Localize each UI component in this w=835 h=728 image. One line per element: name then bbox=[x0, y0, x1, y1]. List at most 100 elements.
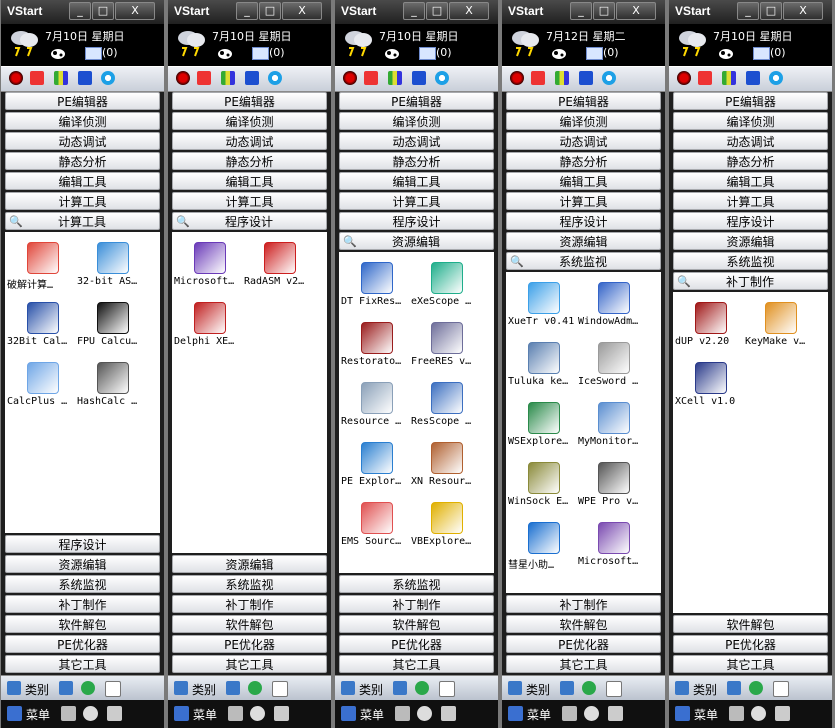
add-window-icon[interactable] bbox=[226, 681, 240, 695]
flag-icon[interactable] bbox=[197, 71, 211, 85]
plugin-icon[interactable] bbox=[83, 706, 98, 721]
flag-icon[interactable] bbox=[531, 71, 545, 85]
category-button[interactable]: PE编辑器 bbox=[172, 92, 327, 110]
ie-icon[interactable] bbox=[435, 71, 449, 85]
start-menu-icon[interactable] bbox=[508, 706, 523, 721]
category-button[interactable]: 编译侦测 bbox=[673, 112, 828, 130]
menu-label[interactable]: 菜单 bbox=[193, 706, 217, 723]
category-button[interactable]: 静态分析 bbox=[5, 152, 160, 170]
program-item[interactable]: WSExplore… bbox=[508, 398, 578, 456]
category-button[interactable]: 动态调试 bbox=[506, 132, 661, 150]
program-item[interactable]: MyMonitor… bbox=[578, 398, 648, 456]
category-button[interactable]: 编辑工具 bbox=[339, 172, 494, 190]
category-icon[interactable] bbox=[174, 681, 188, 695]
program-item[interactable]: XN Resour… bbox=[411, 438, 481, 496]
category-button[interactable]: 资源编辑 bbox=[673, 232, 828, 250]
maximize-button[interactable]: □ bbox=[593, 2, 615, 20]
plugin-icon[interactable] bbox=[751, 706, 766, 721]
program-item[interactable]: WinSock E… bbox=[508, 458, 578, 516]
close-button[interactable]: X bbox=[449, 2, 489, 20]
category-button[interactable]: 编译侦测 bbox=[172, 112, 327, 130]
wrench-icon[interactable] bbox=[395, 706, 410, 721]
active-category-button[interactable]: 补丁制作 bbox=[673, 272, 828, 291]
mail-icon[interactable] bbox=[419, 47, 436, 60]
cow-icon[interactable] bbox=[383, 46, 401, 60]
program-item[interactable]: PE Explor… bbox=[341, 438, 411, 496]
program-item[interactable]: Delphi XE… bbox=[174, 298, 244, 356]
category-button[interactable]: 资源编辑 bbox=[5, 555, 160, 573]
add-window-icon[interactable] bbox=[727, 681, 741, 695]
category-button[interactable]: 静态分析 bbox=[506, 152, 661, 170]
program-item[interactable]: DT FixRes… bbox=[341, 258, 411, 316]
category-button[interactable]: 软件解包 bbox=[172, 615, 327, 633]
new-item-icon[interactable] bbox=[773, 681, 789, 697]
category-button[interactable]: 静态分析 bbox=[172, 152, 327, 170]
start-menu-icon[interactable] bbox=[174, 706, 189, 721]
category-button[interactable]: 编辑工具 bbox=[506, 172, 661, 190]
new-item-icon[interactable] bbox=[105, 681, 121, 697]
active-category-button[interactable]: 系统监视 bbox=[506, 252, 661, 271]
category-button[interactable]: PE编辑器 bbox=[506, 92, 661, 110]
ie-icon[interactable] bbox=[769, 71, 783, 85]
minimize-button[interactable]: _ bbox=[69, 2, 91, 20]
category-button[interactable]: 其它工具 bbox=[673, 655, 828, 673]
category-button[interactable]: PE优化器 bbox=[172, 635, 327, 653]
category-button[interactable]: 计算工具 bbox=[339, 192, 494, 210]
active-category-button[interactable]: 计算工具 bbox=[5, 212, 160, 231]
category-button[interactable]: 其它工具 bbox=[506, 655, 661, 673]
category-button[interactable]: 计算工具 bbox=[172, 192, 327, 210]
category-button[interactable]: PE编辑器 bbox=[339, 92, 494, 110]
books-icon[interactable] bbox=[722, 71, 736, 85]
category-button[interactable]: 补丁制作 bbox=[5, 595, 160, 613]
record-icon[interactable] bbox=[677, 71, 691, 85]
category-button[interactable]: 软件解包 bbox=[339, 615, 494, 633]
mail-icon[interactable] bbox=[252, 47, 269, 60]
category-icon[interactable] bbox=[341, 681, 355, 695]
start-menu-icon[interactable] bbox=[341, 706, 356, 721]
record-icon[interactable] bbox=[9, 71, 23, 85]
category-label[interactable]: 类别 bbox=[526, 681, 550, 698]
program-item[interactable]: FreeRES v… bbox=[411, 318, 481, 376]
new-item-icon[interactable] bbox=[606, 681, 622, 697]
settings-icon[interactable] bbox=[441, 706, 456, 721]
cow-icon[interactable] bbox=[216, 46, 234, 60]
category-button[interactable]: 动态调试 bbox=[339, 132, 494, 150]
cow-icon[interactable] bbox=[717, 46, 735, 60]
mail-icon[interactable] bbox=[85, 47, 102, 60]
program-item[interactable]: WPE Pro v… bbox=[578, 458, 648, 516]
category-button[interactable]: PE编辑器 bbox=[5, 92, 160, 110]
category-button[interactable]: 编辑工具 bbox=[172, 172, 327, 190]
add-window-icon[interactable] bbox=[393, 681, 407, 695]
category-button[interactable]: 计算工具 bbox=[673, 192, 828, 210]
active-category-button[interactable]: 资源编辑 bbox=[339, 232, 494, 251]
category-button[interactable]: 其它工具 bbox=[172, 655, 327, 673]
program-item[interactable]: Microsoft… bbox=[174, 238, 244, 296]
program-item[interactable]: IceSword … bbox=[578, 338, 648, 396]
program-item[interactable]: HashCalc … bbox=[77, 358, 147, 416]
ie-icon[interactable] bbox=[101, 71, 115, 85]
category-button[interactable]: 系统监视 bbox=[673, 252, 828, 270]
category-button[interactable]: PE优化器 bbox=[506, 635, 661, 653]
close-button[interactable]: X bbox=[783, 2, 823, 20]
category-button[interactable]: 编译侦测 bbox=[506, 112, 661, 130]
category-button[interactable]: PE编辑器 bbox=[673, 92, 828, 110]
minimize-button[interactable]: _ bbox=[403, 2, 425, 20]
category-label[interactable]: 类别 bbox=[359, 681, 383, 698]
category-button[interactable]: 编辑工具 bbox=[673, 172, 828, 190]
cow-icon[interactable] bbox=[550, 46, 568, 60]
flag-icon[interactable] bbox=[698, 71, 712, 85]
menu-label[interactable]: 菜单 bbox=[527, 706, 551, 723]
category-button[interactable]: 资源编辑 bbox=[506, 232, 661, 250]
category-button[interactable]: 程序设计 bbox=[5, 535, 160, 553]
books-icon[interactable] bbox=[388, 71, 402, 85]
wrench-icon[interactable] bbox=[228, 706, 243, 721]
refresh-icon[interactable] bbox=[749, 681, 763, 695]
minimize-button[interactable]: _ bbox=[737, 2, 759, 20]
program-item[interactable]: WindowAdm… bbox=[578, 278, 648, 336]
category-button[interactable]: 静态分析 bbox=[339, 152, 494, 170]
category-button[interactable]: 软件解包 bbox=[5, 615, 160, 633]
monitor-icon[interactable] bbox=[412, 71, 426, 85]
category-button[interactable]: 动态调试 bbox=[5, 132, 160, 150]
flag-icon[interactable] bbox=[364, 71, 378, 85]
monitor-icon[interactable] bbox=[245, 71, 259, 85]
